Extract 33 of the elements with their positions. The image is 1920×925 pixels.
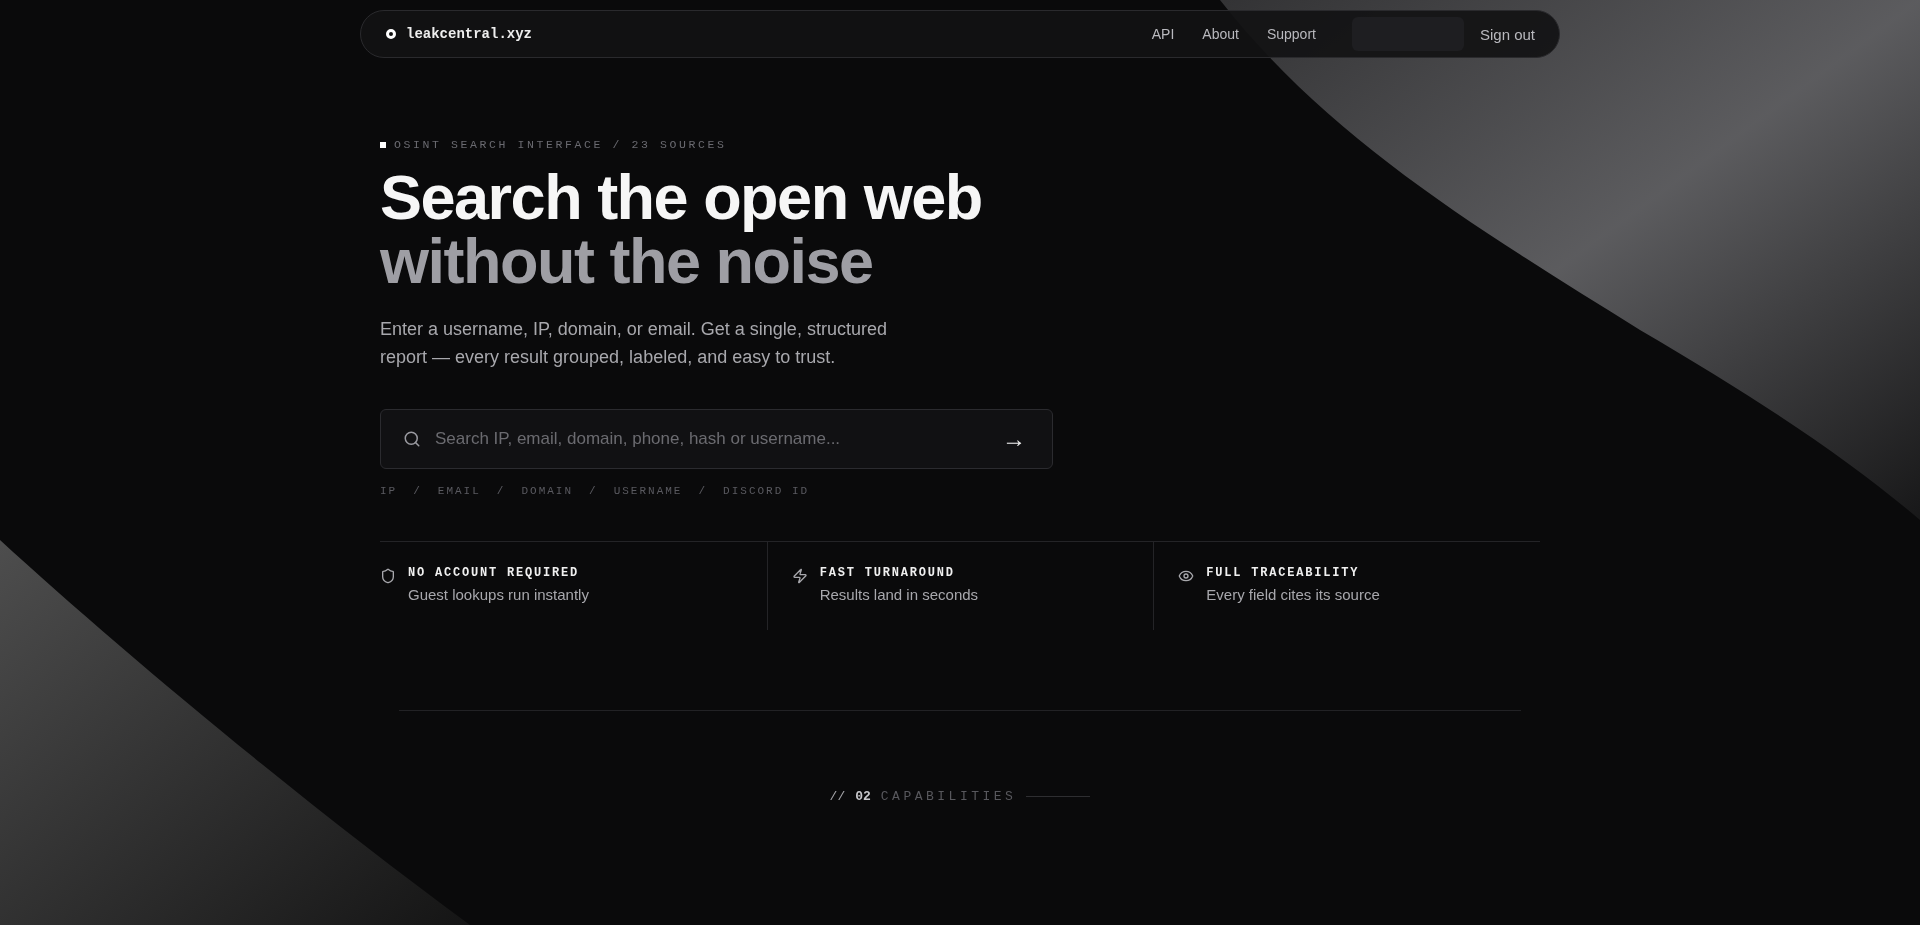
brand-name[interactable]: leakcentral.xyz [406,26,533,42]
feature-title: NO ACCOUNT REQUIRED [408,566,581,580]
section-prefix: // [829,789,846,804]
feature-title: FULL TRACEABILITY [1206,566,1361,580]
lead-paragraph: Enter a username, IP, domain, or email. Get a single, structured report — every result grouped, labeled, and easy to trust. [380,318,888,369]
nav-link[interactable]: About [1202,26,1239,42]
query-type-label: IP [380,485,398,497]
nav-link[interactable]: API [1151,26,1175,42]
feature-description: Results land in seconds [819,586,979,603]
query-type-label: DISCORD ID [723,485,810,497]
search-field[interactable]: Search IP, email, domain, phone, hash or username... → [380,409,1053,469]
section-title: CAPABILITIES [880,789,1017,804]
query-type-label: DOMAIN [521,485,574,497]
separator: / [413,485,422,497]
search-icon [403,430,421,448]
logo-icon [386,29,396,39]
lightning-icon [791,568,808,584]
nav-link[interactable]: Support [1266,26,1316,42]
eye-icon [1178,568,1195,584]
feature-description: Guest lookups run instantly [408,586,589,603]
query-type-label: EMAIL [437,485,481,497]
feature-title: FAST TURNAROUND [819,566,956,580]
separator: / [698,485,708,497]
separator: / [496,485,506,497]
shield-icon [380,568,396,584]
submit-button[interactable]: → [998,425,1030,453]
query-type-label: USERNAME [613,485,683,497]
feature-description: Every field cites its source [1206,586,1380,603]
sign-out-button[interactable]: Sign out [1475,19,1539,49]
eyebrow-label: OSINT SEARCH INTERFACE / 23 SOURCES [394,138,727,151]
separator: / [589,485,598,497]
section-number: 02 [855,789,871,804]
square-icon [380,141,386,148]
